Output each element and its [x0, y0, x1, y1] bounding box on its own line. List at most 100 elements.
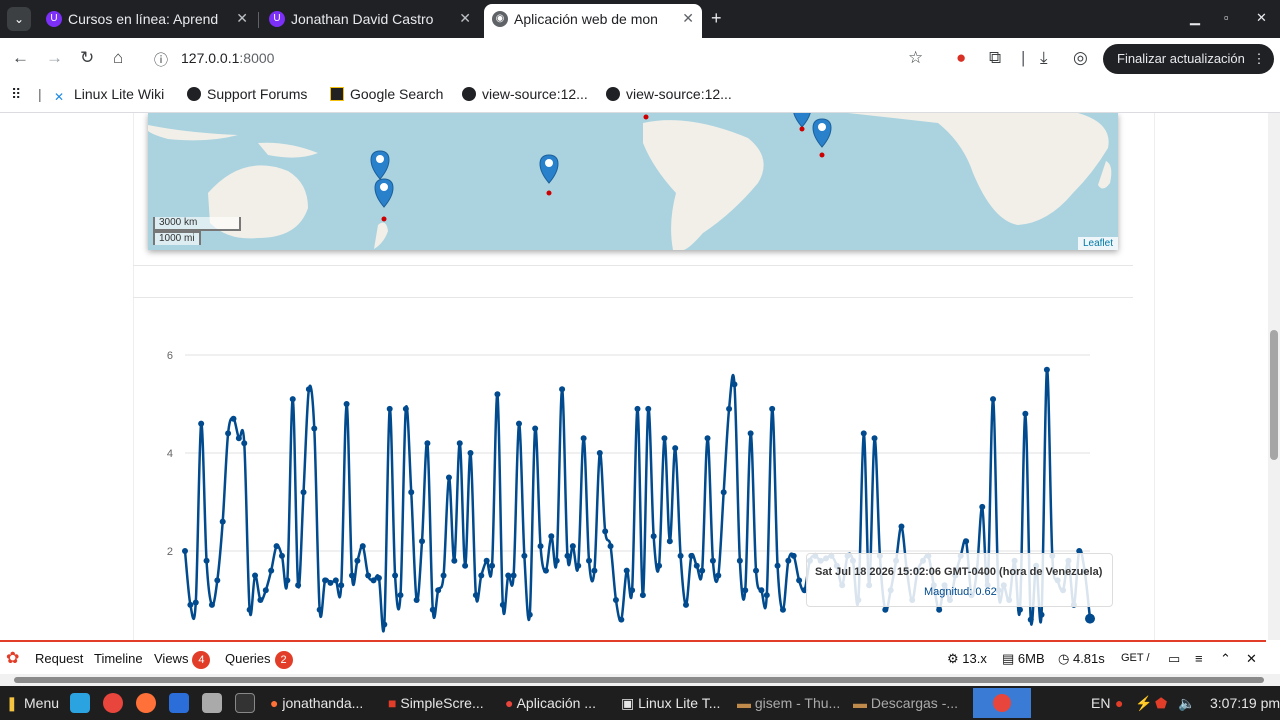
chevron-up-icon[interactable]: ⌃	[1220, 651, 1231, 667]
data-point[interactable]	[365, 572, 372, 579]
update-shield-icon[interactable]: ⬟	[1155, 695, 1167, 712]
data-point[interactable]	[392, 572, 399, 579]
taskbar-item[interactable]: ■ SimpleScre...	[388, 695, 484, 711]
data-point[interactable]	[246, 606, 253, 613]
data-point[interactable]	[532, 425, 539, 432]
bookmark-google-search[interactable]: Google Search	[330, 86, 443, 102]
data-point[interactable]	[370, 577, 377, 584]
data-point[interactable]	[715, 572, 722, 579]
data-point[interactable]	[273, 543, 280, 550]
data-point[interactable]	[618, 616, 625, 623]
data-point[interactable]	[1016, 606, 1023, 613]
bookmark-view-source-2[interactable]: view-source:12...	[606, 86, 732, 102]
start-menu-button[interactable]: Menu	[24, 695, 59, 711]
horizontal-scrollbar[interactable]	[0, 674, 1280, 686]
close-icon[interactable]: ✕	[459, 10, 471, 27]
data-point[interactable]	[747, 430, 754, 437]
data-point[interactable]	[742, 587, 749, 594]
data-point[interactable]	[354, 557, 361, 564]
data-point[interactable]	[575, 562, 582, 569]
scrollbar-thumb[interactable]	[14, 677, 1264, 683]
data-point[interactable]	[645, 405, 652, 412]
taskbar-item[interactable]: ▣ Linux Lite T...	[621, 695, 720, 712]
data-point[interactable]	[602, 528, 609, 535]
data-point[interactable]	[322, 577, 329, 584]
data-point[interactable]	[429, 606, 436, 613]
data-point[interactable]	[359, 543, 366, 550]
tab-search-button[interactable]: ⌄	[7, 7, 31, 31]
data-point[interactable]	[753, 567, 760, 574]
data-point[interactable]	[672, 445, 679, 452]
data-point[interactable]	[413, 597, 420, 603]
data-point[interactable]	[1027, 616, 1034, 623]
taskbar-item[interactable]: ▬ gisem - Thu...	[737, 695, 840, 711]
data-point[interactable]	[650, 533, 657, 540]
data-point[interactable]	[1022, 410, 1029, 417]
data-point[interactable]	[278, 552, 285, 559]
data-point[interactable]	[440, 572, 447, 579]
data-point[interactable]	[639, 592, 646, 599]
data-point[interactable]	[198, 420, 205, 427]
data-point[interactable]	[499, 601, 506, 608]
bookmark-star-icon[interactable]: ☆	[908, 48, 923, 68]
volume-icon[interactable]: 🔈	[1178, 695, 1195, 712]
data-point[interactable]	[569, 543, 576, 550]
folder-icon[interactable]: ▭	[1168, 651, 1180, 667]
show-desktop-icon[interactable]	[70, 693, 90, 713]
site-info-icon[interactable]: ⓘ	[154, 50, 168, 70]
data-point[interactable]	[769, 405, 776, 412]
data-point[interactable]	[386, 405, 393, 412]
reload-icon[interactable]: ↻	[80, 48, 94, 68]
data-point[interactable]	[559, 386, 566, 393]
data-point[interactable]	[596, 450, 603, 456]
bookmark-support-forums[interactable]: Support Forums	[187, 86, 307, 102]
data-point[interactable]	[763, 592, 770, 599]
data-point[interactable]	[682, 601, 689, 608]
data-point[interactable]	[591, 567, 598, 574]
data-point[interactable]	[435, 587, 442, 594]
data-point[interactable]	[709, 557, 716, 564]
data-point[interactable]	[526, 611, 533, 618]
data-point[interactable]	[472, 592, 479, 599]
data-point[interactable]	[456, 440, 463, 447]
data-point[interactable]	[515, 420, 522, 427]
data-point[interactable]	[192, 599, 199, 606]
data-point[interactable]	[612, 597, 619, 603]
data-point[interactable]	[182, 548, 188, 554]
data-point[interactable]	[257, 597, 264, 603]
data-point[interactable]	[316, 606, 323, 613]
data-point[interactable]	[424, 440, 431, 447]
back-icon[interactable]: ←	[12, 48, 29, 68]
bookmark-view-source-1[interactable]: view-source:12...	[462, 86, 588, 102]
data-point[interactable]	[311, 425, 318, 432]
data-point[interactable]	[483, 557, 490, 564]
data-point[interactable]	[375, 574, 382, 581]
data-point[interactable]	[348, 572, 355, 579]
download-icon[interactable]: ⤓	[1040, 48, 1048, 68]
maximize-icon[interactable]: ▫	[1224, 10, 1229, 25]
data-point[interactable]	[235, 435, 242, 442]
data-point[interactable]	[553, 557, 560, 564]
data-point[interactable]	[720, 489, 727, 496]
settings-icon[interactable]: ≡	[1195, 651, 1203, 666]
finish-update-button[interactable]: Finalizar actualización ⋮	[1103, 44, 1274, 74]
menu-logo-icon[interactable]: ❚	[6, 695, 18, 712]
data-point[interactable]	[661, 435, 668, 442]
data-point[interactable]	[343, 401, 350, 407]
data-point[interactable]	[462, 562, 469, 569]
keyboard-layout[interactable]: EN	[1091, 695, 1110, 711]
data-point[interactable]	[305, 386, 312, 393]
data-point[interactable]	[731, 381, 738, 388]
data-point[interactable]	[736, 557, 743, 564]
terminal-icon[interactable]	[235, 693, 255, 713]
data-point[interactable]	[779, 606, 786, 613]
data-point[interactable]	[990, 396, 997, 403]
network-icon[interactable]: ⚡	[1135, 695, 1152, 712]
laravel-logo-icon[interactable]: ✿	[6, 648, 19, 668]
tab-aplicacion[interactable]: ◉ Aplicación web de mon ✕	[484, 4, 702, 38]
new-tab-button[interactable]: +	[711, 8, 722, 29]
data-point[interactable]	[693, 562, 700, 569]
data-point[interactable]	[300, 489, 307, 496]
close-icon[interactable]: ✕	[236, 10, 248, 27]
data-point[interactable]	[505, 572, 512, 579]
